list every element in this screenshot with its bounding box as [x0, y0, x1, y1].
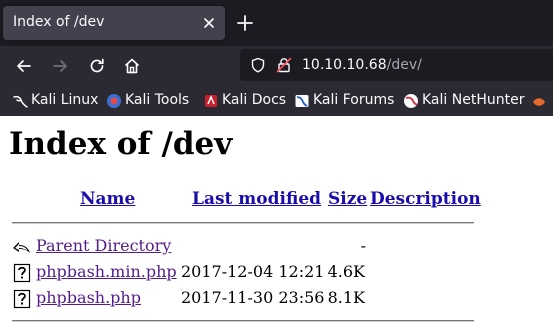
kali-docs-icon: [205, 95, 217, 107]
bookmark-label: Kali Linux: [31, 92, 99, 108]
reload-icon[interactable]: [88, 57, 106, 75]
close-tab-icon[interactable]: [201, 15, 217, 31]
kali-dragon-icon: [13, 95, 28, 108]
kali-nethunter-icon: [404, 94, 418, 108]
header-divider: [12, 222, 474, 224]
bookmark-label: Kali Docs: [222, 92, 287, 108]
forward-arrow-icon[interactable]: [51, 57, 69, 75]
tab-strip: Index of /dev: [0, 0, 553, 46]
file-link[interactable]: phpbash.php: [36, 288, 141, 307]
insecure-lock-icon[interactable]: [276, 57, 292, 73]
tab-active[interactable]: Index of /dev: [3, 6, 225, 40]
bookmark-label: Kali NetHunter: [422, 92, 525, 108]
back-folder-icon: [13, 242, 30, 253]
url-host: 10.10.10.68: [302, 57, 387, 73]
tab-title: Index of /dev: [13, 14, 105, 30]
address-bar[interactable]: 10.10.10.68/dev/: [240, 49, 553, 81]
table-row: phpbash.php 2017-11-30 23:56 8.1K: [0, 288, 553, 310]
page-title: Index of /dev: [9, 126, 233, 162]
column-header-last-modified[interactable]: Last modified: [192, 189, 321, 209]
back-arrow-icon[interactable]: [15, 57, 33, 75]
shield-icon[interactable]: [250, 57, 266, 73]
file-size: 4.6K: [327, 262, 365, 281]
unknown-file-icon: [13, 289, 31, 309]
table-row: phpbash.min.php 2017-12-04 12:21 4.6K: [0, 262, 553, 284]
bookmarks-toolbar: Kali Linux Kali Tools Kali Docs Kali For…: [0, 86, 553, 116]
kali-tools-icon: [107, 94, 121, 108]
new-tab-icon[interactable]: [236, 14, 254, 32]
home-icon[interactable]: [123, 57, 141, 75]
file-size: -: [360, 236, 366, 255]
column-header-name[interactable]: Name: [80, 189, 135, 209]
column-header-description[interactable]: Description: [370, 189, 481, 209]
table-row-parent: Parent Directory -: [0, 236, 553, 258]
parent-directory-link[interactable]: Parent Directory: [36, 236, 171, 255]
file-modified: 2017-11-30 23:56: [181, 288, 325, 307]
footer-divider: [12, 320, 474, 322]
file-modified: 2017-12-04 12:21: [181, 262, 325, 281]
unknown-file-icon: [13, 263, 31, 283]
bookmark-overflow-icon[interactable]: [531, 94, 547, 110]
file-size: 8.1K: [327, 288, 365, 307]
column-header-size[interactable]: Size: [328, 189, 367, 209]
navigation-toolbar: 10.10.10.68/dev/: [0, 46, 553, 86]
file-link[interactable]: phpbash.min.php: [36, 262, 177, 281]
url-text[interactable]: 10.10.10.68/dev/: [302, 57, 422, 73]
bookmark-label: Kali Tools: [125, 92, 190, 108]
url-path: /dev/: [386, 57, 422, 73]
page-content: Index of /dev Name Last modified Size De…: [0, 116, 553, 331]
kali-forums-icon: [295, 95, 309, 107]
bookmark-label: Kali Forums: [313, 92, 395, 108]
